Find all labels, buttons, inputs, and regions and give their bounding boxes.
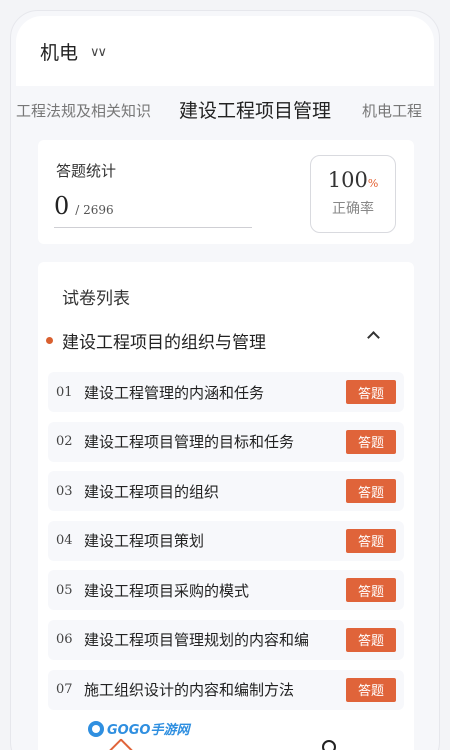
watermark-text: GOGO手游网 (107, 723, 190, 738)
answer-button[interactable]: 答题 (346, 528, 396, 553)
item-title: 建设工程项目的组织 (84, 482, 220, 501)
accuracy-label: 正确率 (332, 201, 374, 217)
item-number: 05 (56, 582, 73, 598)
accuracy-value: 100% (311, 168, 395, 192)
stats-title: 答题统计 (56, 162, 117, 180)
header-bar: 机电 ∨∨ (16, 16, 434, 86)
answered-value: 0 (54, 192, 70, 220)
list-item[interactable]: 07 施工组织设计的内容和编制方法 答题 (48, 669, 404, 710)
section-name: 建设工程项目的组织与管理 (62, 332, 266, 353)
list-item[interactable]: 04 建设工程项目策划 答题 (48, 520, 404, 561)
chevron-up-icon[interactable] (367, 331, 380, 344)
item-number: 03 (56, 483, 73, 499)
tab-mechanical[interactable]: 机电工程 (362, 100, 422, 121)
list-item[interactable]: 03 建设工程项目的组织 答题 (48, 471, 404, 512)
answer-button[interactable]: 答题 (346, 479, 396, 504)
double-chevron-down-icon: ∨∨ (90, 45, 107, 60)
item-title: 建设工程管理的内涵和任务 (84, 383, 265, 402)
item-number: 02 (56, 434, 73, 450)
subject-label: 机电 (40, 42, 79, 64)
item-title: 建设工程项目采购的模式 (84, 581, 250, 600)
watermark-circle-icon (88, 720, 104, 737)
subject-tabs: 工程法规及相关知识 建设工程项目管理 机电工程 (0, 86, 450, 130)
item-title: 建设工程项目管理的目标和任务 (84, 433, 295, 452)
answer-button[interactable]: 答题 (346, 429, 396, 454)
list-item[interactable]: 02 建设工程项目管理的目标和任务 答题 (48, 421, 404, 462)
watermark-logo: GOGO手游网 (86, 718, 194, 739)
item-title: 施工组织设计的内容和编制方法 (84, 681, 295, 700)
item-number: 04 (56, 533, 73, 549)
item-number: 06 (56, 632, 73, 648)
item-title: 建设工程项目管理规划的内容和编 (84, 631, 310, 650)
paper-list-card: 试卷列表 建设工程项目的组织与管理 01 建设工程管理的内涵和任务 答题 02 … (38, 262, 414, 750)
list-item[interactable]: 05 建设工程项目采购的模式 答题 (48, 570, 404, 611)
item-number: 01 (56, 384, 73, 400)
answer-button[interactable]: 答题 (346, 578, 396, 603)
divider (54, 227, 252, 228)
stats-card: 答题统计 0 / 2696 100% 正确率 (38, 140, 414, 244)
answer-button[interactable]: 答题 (346, 627, 396, 652)
answer-button[interactable]: 答题 (346, 380, 396, 404)
accuracy-unit: % (367, 177, 379, 190)
bullet-dot-icon (46, 336, 53, 344)
item-title: 建设工程项目策划 (84, 532, 205, 551)
accuracy-box: 100% 正确率 (310, 155, 396, 233)
tab-project-management[interactable]: 建设工程项目管理 (179, 96, 331, 123)
section-header[interactable]: 建设工程项目的组织与管理 (46, 328, 406, 353)
tab-regulations[interactable]: 工程法规及相关知识 (16, 100, 151, 121)
total-value: / 2696 (75, 203, 114, 217)
answer-button[interactable]: 答题 (346, 677, 396, 702)
subject-selector[interactable]: 机电 ∨∨ (40, 38, 107, 65)
profile-icon[interactable] (322, 740, 336, 750)
list-item[interactable]: 01 建设工程管理的内涵和任务 答题 (48, 372, 404, 412)
paper-rows: 01 建设工程管理的内涵和任务 答题 02 建设工程项目管理的目标和任务 答题 … (48, 372, 404, 719)
list-item[interactable]: 06 建设工程项目管理规划的内容和编 答题 (48, 619, 404, 660)
paper-list-title: 试卷列表 (62, 289, 130, 309)
accuracy-number: 100 (327, 168, 368, 192)
item-number: 07 (56, 682, 73, 698)
answered-count: 0 / 2696 (54, 192, 114, 220)
